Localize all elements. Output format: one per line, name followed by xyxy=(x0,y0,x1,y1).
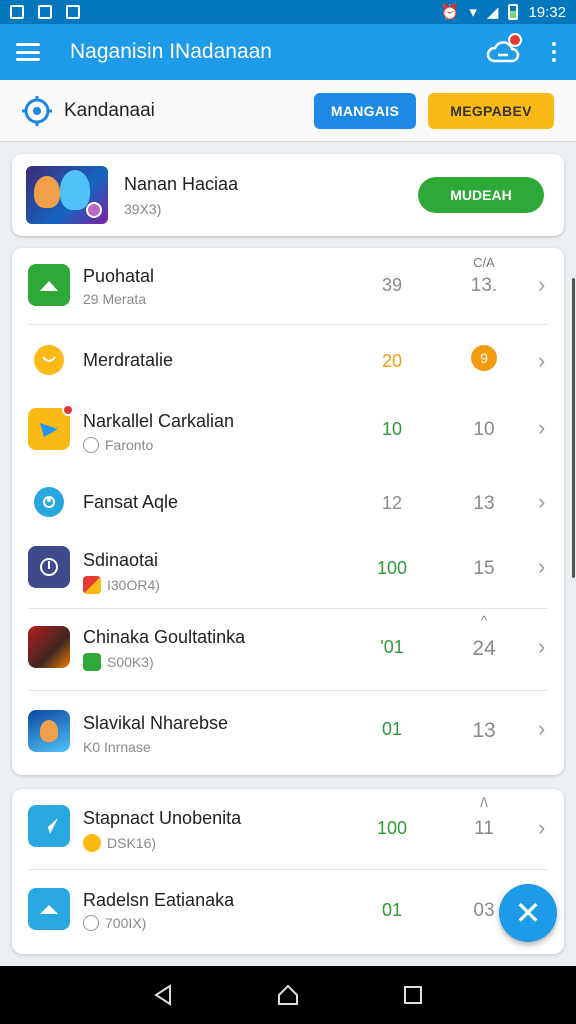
item-hint: C/A xyxy=(473,255,495,270)
back-icon[interactable] xyxy=(143,975,183,1015)
item-value-secondary: 13 xyxy=(472,719,496,742)
item-value-secondary: 11 xyxy=(474,818,494,839)
hamburger-icon[interactable] xyxy=(16,43,40,61)
item-value: 12 xyxy=(381,493,403,513)
chevron-right-icon: › xyxy=(538,272,546,297)
list-item[interactable]: Slavikal Nharebse K0 Inrnase 01 13 › xyxy=(12,691,564,773)
filter-toolbar: Kandanaai MANGAIS MEGPABEV xyxy=(0,80,576,142)
item-value: 20 xyxy=(381,351,403,371)
chevron-right-icon: › xyxy=(538,634,546,659)
featured-name: Nanan Haciaa xyxy=(124,173,239,194)
list-item[interactable]: Chinaka Goultatinka S00K3) ^ '01 24 › xyxy=(12,609,564,689)
notification-icon xyxy=(66,5,80,19)
system-nav-bar xyxy=(0,966,576,1024)
app-bar: Naganisin INadanaan xyxy=(0,24,576,80)
coin-icon xyxy=(34,345,64,375)
cloud-sync-icon[interactable] xyxy=(486,33,522,65)
signal-icon: ◢ xyxy=(486,4,499,21)
featured-card[interactable]: Nanan Haciaa 39X3) MUDEAH xyxy=(12,154,564,236)
app-title: Naganisin INadanaan xyxy=(70,40,272,63)
close-icon: ✕ xyxy=(514,895,542,931)
item-sub: I30OR4) xyxy=(83,576,160,594)
notification-badge xyxy=(508,33,522,47)
chevron-right-icon: › xyxy=(538,815,546,840)
chevron-right-icon: › xyxy=(538,554,546,579)
item-title: Chinaka Goultatinka xyxy=(83,627,246,647)
item-value: '01 xyxy=(380,637,404,657)
item-title: Merdratalie xyxy=(83,350,174,370)
list-item[interactable]: Narkallel Carkalian Faronto 10 10 › xyxy=(12,395,564,467)
item-value-secondary: 24 xyxy=(472,637,496,660)
item-title: Fansat Aqle xyxy=(83,492,179,512)
send-icon xyxy=(28,805,70,847)
item-title: Puohatal xyxy=(83,266,155,286)
list-item[interactable]: Sdinaotai I30OR4) 100 15 › xyxy=(12,535,564,607)
featured-thumbnail xyxy=(26,166,108,224)
chevron-right-icon: › xyxy=(538,489,546,514)
item-sub: DSK16) xyxy=(83,834,156,852)
game-icon xyxy=(28,626,70,668)
item-value: 01 xyxy=(381,900,403,920)
avatar-icon xyxy=(28,710,70,752)
target-icon xyxy=(22,95,52,126)
home-icon xyxy=(28,264,70,306)
app-list-card: Stapnact Unobenita DSK16) /\ 100 11 › Ra… xyxy=(12,789,564,954)
item-value: 100 xyxy=(376,818,408,838)
item-value: 100 xyxy=(376,558,408,578)
item-value-secondary: 15 xyxy=(473,558,495,579)
wifi-icon: ▾ xyxy=(469,4,477,21)
item-title: Sdinaotai xyxy=(83,550,159,570)
notification-icon xyxy=(10,5,24,19)
app-list-card: Puohatal 29 Merata C/A 39 13. › Merdrata… xyxy=(12,248,564,775)
recents-icon[interactable] xyxy=(393,975,433,1015)
close-fab[interactable]: ✕ xyxy=(499,884,557,942)
item-sub: K0 Inrnase xyxy=(83,739,151,755)
featured-action-button[interactable]: MUDEAH xyxy=(418,177,544,213)
item-sub: 29 Merata xyxy=(83,291,147,307)
item-sub: Faronto xyxy=(83,437,153,453)
list-item[interactable]: Merdratalie 20 9 › xyxy=(12,325,564,395)
secondary-filter-button[interactable]: MEGPABEV xyxy=(428,92,554,129)
item-title: Slavikal Nharebse xyxy=(83,713,229,733)
item-hint: /\ xyxy=(480,795,488,810)
battery-icon xyxy=(508,4,519,20)
item-sub: S00K3) xyxy=(83,653,154,671)
chevron-right-icon: › xyxy=(538,716,546,741)
primary-filter-button[interactable]: MANGAIS xyxy=(314,92,416,129)
power-icon xyxy=(28,546,70,588)
list-item[interactable]: Puohatal 29 Merata C/A 39 13. › xyxy=(12,248,564,324)
toolbar-label: Kandanaai xyxy=(64,99,155,121)
scrollbar[interactable] xyxy=(572,278,575,578)
item-value-secondary: 10 xyxy=(473,419,495,440)
item-title: Narkallel Carkalian xyxy=(83,411,235,431)
item-value: 01 xyxy=(381,719,403,739)
status-time: 19:32 xyxy=(528,3,566,21)
notification-icon xyxy=(38,5,52,19)
item-sub: 700IX) xyxy=(83,915,146,931)
list-item[interactable]: Stapnact Unobenita DSK16) /\ 100 11 › xyxy=(12,789,564,869)
gear-icon xyxy=(34,487,64,517)
item-value: 39 xyxy=(381,275,403,295)
home-nav-icon[interactable] xyxy=(268,975,308,1015)
chevron-right-icon: › xyxy=(538,415,546,440)
alarm-icon: ⏰ xyxy=(440,4,460,21)
cloud-icon xyxy=(28,888,70,930)
featured-sub: 39X3) xyxy=(124,200,162,217)
item-value-secondary: 13 xyxy=(473,493,495,514)
chevron-right-icon: › xyxy=(538,348,546,373)
list-item[interactable]: Fansat Aqle 12 13 › xyxy=(12,467,564,535)
media-icon xyxy=(28,404,74,450)
item-hint: ^ xyxy=(480,613,488,628)
item-value-secondary: 13. xyxy=(470,275,498,296)
more-vert-icon[interactable] xyxy=(548,38,560,66)
status-bar: ⏰ ▾ ◢ 19:32 xyxy=(0,0,576,24)
item-title: Stapnact Unobenita xyxy=(83,808,242,828)
item-title: Radelsn Eatianaka xyxy=(83,890,235,910)
item-value-secondary: 9 xyxy=(456,345,512,371)
list-item[interactable]: Radelsn Eatianaka 700IX) 01 03 xyxy=(12,870,564,954)
item-value: 10 xyxy=(381,419,403,439)
